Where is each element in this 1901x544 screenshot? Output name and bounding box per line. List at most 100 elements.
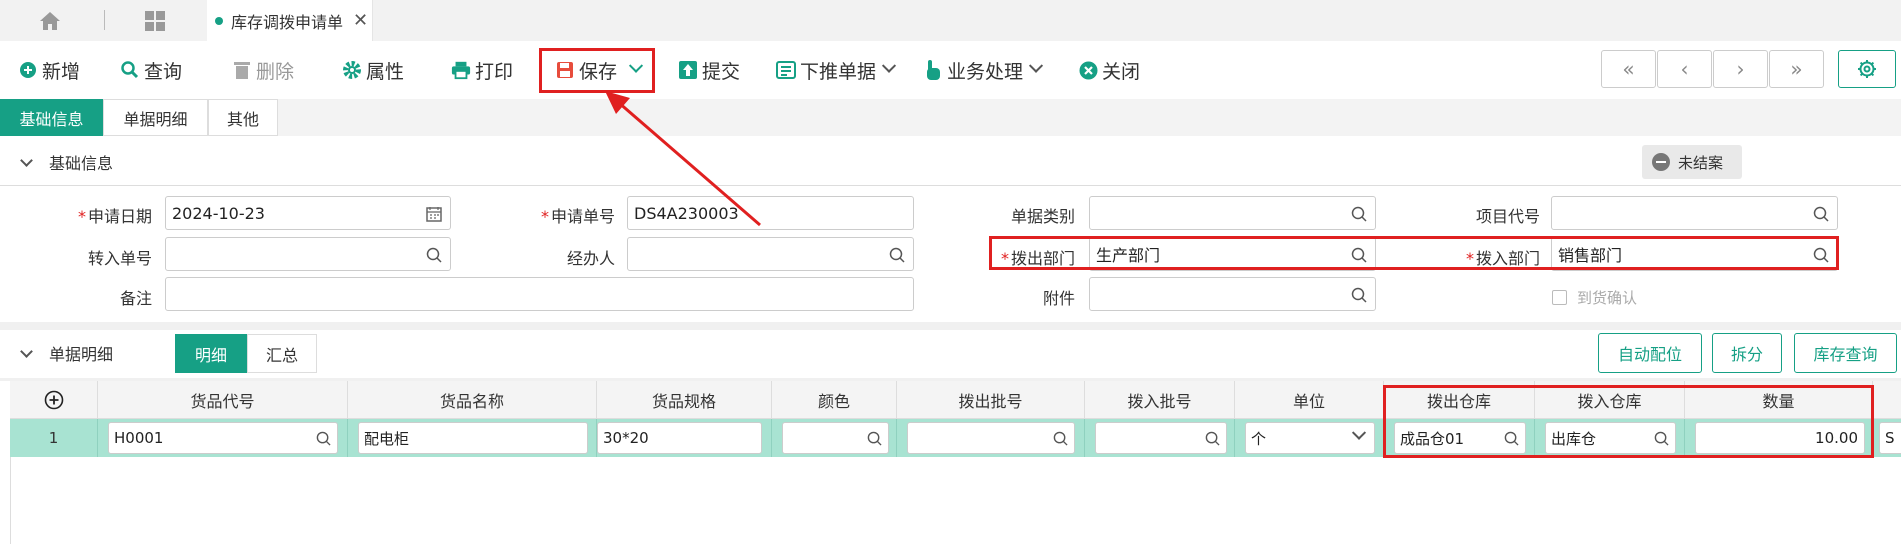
search-icon[interactable]	[1813, 206, 1829, 222]
auto-alloc-button[interactable]: 自动配位	[1598, 333, 1702, 373]
save-label: 保存	[579, 60, 618, 83]
col-header-color[interactable]: 颜色	[772, 381, 897, 419]
delete-button[interactable]: 删除	[232, 41, 294, 99]
cell-in-batch	[1085, 419, 1235, 457]
split-button[interactable]: 拆分	[1712, 333, 1782, 373]
chevron-down-icon	[20, 153, 33, 167]
tab-detail[interactable]: 明细	[175, 334, 247, 373]
close-circle-icon	[1078, 60, 1098, 80]
calendar-icon[interactable]	[426, 206, 442, 222]
search-icon[interactable]	[889, 247, 905, 263]
section-gap	[0, 322, 1901, 330]
attachment-field[interactable]	[1089, 277, 1376, 311]
search-icon[interactable]	[1351, 287, 1367, 303]
next-record-button[interactable]: ›	[1713, 50, 1768, 88]
new-button[interactable]: 新增	[18, 41, 80, 99]
apps-tab[interactable]	[120, 0, 190, 41]
search-icon[interactable]	[316, 431, 331, 446]
out-batch-input[interactable]	[907, 422, 1075, 454]
code-input[interactable]: H0001	[108, 422, 338, 454]
search-icon[interactable]	[1504, 431, 1519, 446]
close-tab-icon[interactable]: ✕	[353, 10, 368, 31]
prev-record-button[interactable]: ‹	[1657, 50, 1712, 88]
cell-unit: 个	[1235, 419, 1384, 457]
properties-button[interactable]: 属性	[342, 41, 404, 99]
search-icon	[120, 60, 140, 80]
print-button[interactable]: 打印	[451, 41, 513, 99]
grid-add-row-cell[interactable]	[10, 381, 98, 419]
spec-input[interactable]: 30*20	[597, 422, 762, 454]
search-icon[interactable]	[1351, 247, 1367, 263]
arrival-confirm-checkbox[interactable]: 到货确认	[1552, 287, 1637, 308]
query-button[interactable]: 查询	[120, 41, 182, 99]
transfer-in-no-label: 转入单号	[87, 249, 152, 268]
out-wh-input[interactable]: 成品仓01	[1394, 422, 1526, 454]
new-label: 新增	[42, 60, 81, 83]
search-icon[interactable]	[1205, 431, 1220, 446]
search-icon[interactable]	[426, 247, 442, 263]
query-label: 查询	[144, 60, 183, 83]
col-header-out-wh[interactable]: 拨出仓库	[1384, 381, 1535, 419]
trash-icon	[232, 60, 252, 80]
search-icon[interactable]	[1053, 431, 1068, 446]
home-tab[interactable]	[0, 0, 100, 41]
business-button[interactable]: 业务处理	[923, 41, 1044, 99]
close-button[interactable]: 关闭	[1078, 41, 1140, 99]
status-badge: 未结案	[1642, 145, 1742, 179]
project-code-field[interactable]	[1551, 196, 1838, 230]
col-header-in-wh[interactable]: 拨入仓库	[1535, 381, 1685, 419]
doc-type-field[interactable]	[1089, 196, 1376, 230]
settings-button[interactable]	[1838, 50, 1896, 88]
row-index: 1	[10, 419, 98, 457]
color-input[interactable]	[782, 422, 889, 454]
search-icon[interactable]	[867, 431, 882, 446]
qty-input[interactable]: 10.00	[1695, 422, 1865, 454]
handler-field[interactable]	[627, 237, 914, 271]
col-header-unit[interactable]: 单位	[1235, 381, 1384, 419]
doc-type-label: 单据类别	[1010, 207, 1075, 226]
tab-basic-info[interactable]: 基础信息	[0, 99, 103, 136]
remark-field[interactable]	[165, 277, 914, 311]
tab-summary[interactable]: 汇总	[247, 334, 317, 373]
cell-out-batch	[897, 419, 1085, 457]
chevron-down-icon	[881, 58, 897, 73]
col-header-out-batch[interactable]: 拨出批号	[897, 381, 1085, 419]
plus-circle-icon[interactable]	[44, 390, 64, 410]
doc-tab-label: 库存调拨申请单	[231, 12, 344, 32]
col-header-qty[interactable]: 数量	[1685, 381, 1873, 419]
out-dept-field[interactable]: 生产部门	[1089, 237, 1376, 271]
tab-other[interactable]: 其他	[208, 99, 278, 136]
cell-color	[772, 419, 897, 457]
chevron-down-icon[interactable]	[628, 58, 644, 73]
search-icon[interactable]	[1813, 247, 1829, 263]
unit-select[interactable]: 个	[1245, 422, 1375, 454]
search-icon[interactable]	[1654, 431, 1669, 446]
in-dept-field[interactable]: 销售部门	[1551, 237, 1838, 271]
in-batch-input[interactable]	[1095, 422, 1227, 454]
col-header-code[interactable]: 货品代号	[98, 381, 348, 419]
transfer-in-no-field[interactable]	[165, 237, 451, 271]
search-icon[interactable]	[1351, 206, 1367, 222]
push-down-button[interactable]: 下推单据	[776, 41, 897, 99]
in-wh-input[interactable]: 出库仓	[1545, 422, 1676, 454]
cell-spec: 30*20	[597, 419, 772, 457]
col-header-name[interactable]: 货品名称	[348, 381, 597, 419]
overflow-input[interactable]: S	[1879, 422, 1901, 454]
close-label: 关闭	[1102, 60, 1141, 83]
doc-tab[interactable]: 库存调拨申请单 ✕	[207, 0, 373, 41]
name-input[interactable]: 配电柜	[358, 422, 588, 454]
apply-date-field[interactable]: 2024-10-23	[165, 196, 451, 230]
last-record-button[interactable]: »	[1769, 50, 1824, 88]
basic-info-header[interactable]: 基础信息	[0, 140, 1901, 184]
grid-icon	[145, 10, 165, 31]
floppy-disk-icon	[555, 60, 575, 80]
col-header-spec[interactable]: 货品规格	[597, 381, 772, 419]
cell-in-wh: 出库仓	[1535, 419, 1685, 457]
first-record-button[interactable]: «	[1601, 50, 1656, 88]
tab-doc-detail[interactable]: 单据明细	[103, 99, 208, 136]
col-header-in-batch[interactable]: 拨入批号	[1085, 381, 1235, 419]
tab-bar: 库存调拨申请单 ✕	[0, 0, 1901, 41]
document-list-icon	[776, 60, 796, 80]
stock-query-button[interactable]: 库存查询	[1794, 333, 1897, 373]
delete-label: 删除	[256, 60, 295, 83]
